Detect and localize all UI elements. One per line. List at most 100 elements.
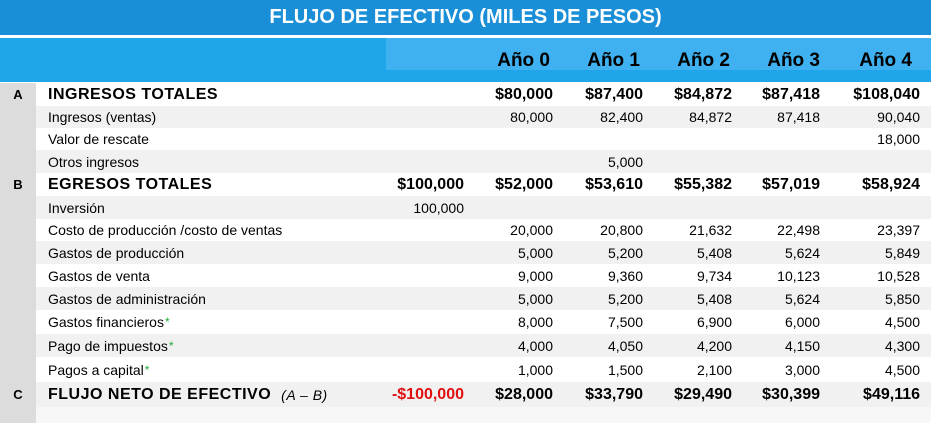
value-cell-year-3[interactable]: 5,624 (738, 241, 820, 264)
value-cell-year-4[interactable]: 4,300 (828, 334, 920, 357)
row-label[interactable]: Pagos a capital * (48, 357, 149, 382)
value-cell-year-0[interactable]: 1,000 (470, 357, 553, 382)
value-cell-year-4[interactable]: 5,850 (828, 287, 920, 310)
value-cell-year-0[interactable]: $28,000 (470, 382, 553, 407)
value-cell-year-4[interactable]: 4,500 (828, 357, 920, 382)
value-cell-year-0[interactable]: 9,000 (470, 264, 553, 287)
value-cell-year-0[interactable]: 20,000 (470, 219, 553, 241)
value-cell-year-0[interactable]: 5,000 (470, 241, 553, 264)
header-year-4[interactable]: Año 4 (828, 50, 912, 72)
value-cell-year-2[interactable]: $29,490 (650, 382, 732, 407)
row-label[interactable]: INGRESOS TOTALES (48, 83, 218, 106)
value-cell-year-1[interactable]: 20,800 (560, 219, 643, 241)
value-cell-year-3[interactable]: $30,399 (738, 382, 820, 407)
value-cell-year-2[interactable] (650, 196, 732, 219)
value-cell-year-4[interactable]: 4,500 (828, 310, 920, 334)
row-label[interactable]: Gastos de producción (48, 241, 184, 264)
row-label[interactable]: Costo de producción /costo de ventas (48, 219, 282, 241)
value-cell-year-2[interactable]: 6,900 (650, 310, 732, 334)
pre-investment-cell[interactable]: 100,000 (386, 196, 464, 219)
value-cell-year-0[interactable] (470, 128, 553, 150)
value-cell-year-2[interactable] (650, 128, 732, 150)
row-label[interactable]: Ingresos (ventas) (48, 106, 156, 128)
value-cell-year-2[interactable]: 21,632 (650, 219, 732, 241)
value-cell-year-3[interactable]: $87,418 (738, 83, 820, 106)
value-cell-year-0[interactable]: 4,000 (470, 334, 553, 357)
value-cell-year-3[interactable] (738, 196, 820, 219)
value-cell-year-2[interactable]: 9,734 (650, 264, 732, 287)
value-cell-year-1[interactable]: 4,050 (560, 334, 643, 357)
value-cell-year-1[interactable]: 7,500 (560, 310, 643, 334)
value-cell-year-1[interactable] (560, 196, 643, 219)
value-cell-year-4[interactable]: $58,924 (828, 173, 920, 196)
table-row: Valor de rescate 18,000 (0, 128, 931, 150)
row-label[interactable]: EGRESOS TOTALES (48, 173, 212, 196)
value-cell-year-2[interactable]: 5,408 (650, 287, 732, 310)
header-year-0[interactable]: Año 0 (470, 50, 550, 72)
value-cell-year-2[interactable]: 84,872 (650, 106, 732, 128)
row-letter (0, 106, 36, 128)
value-cell-year-3[interactable]: 3,000 (738, 357, 820, 382)
value-cell-year-1[interactable]: $53,610 (560, 173, 643, 196)
value-cell-year-4[interactable]: 10,528 (828, 264, 920, 287)
value-cell-year-1[interactable]: $87,400 (560, 83, 643, 106)
cash-flow-sheet: FLUJO DE EFECTIVO (MILES DE PESOS) Año 0… (0, 0, 931, 423)
value-cell-year-4[interactable]: $49,116 (828, 382, 920, 407)
value-cell-year-3[interactable] (738, 150, 820, 173)
value-cell-year-4[interactable]: 23,397 (828, 219, 920, 241)
row-letter (0, 128, 36, 150)
value-cell-year-3[interactable]: $57,019 (738, 173, 820, 196)
value-cell-year-1[interactable]: 82,400 (560, 106, 643, 128)
value-cell-year-4[interactable]: 18,000 (828, 128, 920, 150)
value-cell-year-4[interactable]: $108,040 (828, 83, 920, 106)
value-cell-year-3[interactable]: 87,418 (738, 106, 820, 128)
value-cell-year-2[interactable] (650, 150, 732, 173)
value-cell-year-0[interactable]: 80,000 (470, 106, 553, 128)
value-cell-year-1[interactable]: $33,790 (560, 382, 643, 407)
value-cell-year-4[interactable] (828, 150, 920, 173)
row-label[interactable]: Valor de rescate (48, 128, 149, 150)
header-year-1[interactable]: Año 1 (560, 50, 640, 72)
table-row: Inversión 100,000 (0, 196, 931, 219)
value-cell-year-3[interactable]: 4,150 (738, 334, 820, 357)
value-cell-year-2[interactable]: 5,408 (650, 241, 732, 264)
value-cell-year-2[interactable]: $55,382 (650, 173, 732, 196)
row-label[interactable]: Gastos de venta (48, 264, 150, 287)
value-cell-year-3[interactable] (738, 128, 820, 150)
value-cell-year-2[interactable]: 4,200 (650, 334, 732, 357)
value-cell-year-4[interactable]: 5,849 (828, 241, 920, 264)
header-year-2[interactable]: Año 2 (650, 50, 730, 72)
value-cell-year-4[interactable] (828, 196, 920, 219)
value-cell-year-0[interactable]: 5,000 (470, 287, 553, 310)
value-cell-year-1[interactable]: 5,000 (560, 150, 643, 173)
value-cell-year-2[interactable]: $84,872 (650, 83, 732, 106)
value-cell-year-3[interactable]: 5,624 (738, 287, 820, 310)
value-cell-year-3[interactable]: 22,498 (738, 219, 820, 241)
value-cell-year-0[interactable] (470, 196, 553, 219)
value-cell-year-3[interactable]: 6,000 (738, 310, 820, 334)
table-row: A INGRESOS TOTALES $80,000 $87,400 $84,872 $8… (0, 83, 931, 106)
value-cell-year-1[interactable]: 5,200 (560, 287, 643, 310)
row-label[interactable]: Gastos financieros * (48, 310, 170, 334)
value-cell-year-2[interactable]: 2,100 (650, 357, 732, 382)
value-cell-year-0[interactable]: $80,000 (470, 83, 553, 106)
value-cell-year-0[interactable]: 8,000 (470, 310, 553, 334)
value-cell-year-1[interactable]: 5,200 (560, 241, 643, 264)
pre-investment-cell[interactable]: -$100,000 (386, 382, 464, 407)
value-cell-year-1[interactable] (560, 128, 643, 150)
header-year-3[interactable]: Año 3 (738, 50, 820, 72)
row-label[interactable]: FLUJO NETO DE EFECTIVO (A – B) (48, 382, 328, 407)
row-letter (0, 196, 36, 219)
pre-investment-cell[interactable]: $100,000 (386, 173, 464, 196)
table-row: Gastos de producción 5,000 5,200 5,408 5,624… (0, 241, 931, 264)
value-cell-year-4[interactable]: 90,040 (828, 106, 920, 128)
row-label[interactable]: Pago de impuestos * (48, 334, 174, 357)
value-cell-year-0[interactable]: $52,000 (470, 173, 553, 196)
row-label[interactable]: Otros ingresos (48, 150, 139, 173)
value-cell-year-1[interactable]: 9,360 (560, 264, 643, 287)
value-cell-year-3[interactable]: 10,123 (738, 264, 820, 287)
value-cell-year-0[interactable] (470, 150, 553, 173)
row-label[interactable]: Inversión (48, 196, 105, 219)
row-label[interactable]: Gastos de administración (48, 287, 206, 310)
value-cell-year-1[interactable]: 1,500 (560, 357, 643, 382)
